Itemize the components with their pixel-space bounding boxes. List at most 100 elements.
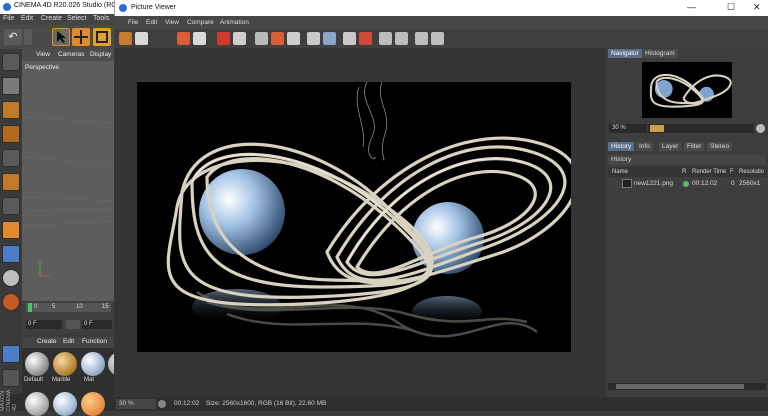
viewport-tab-display[interactable]: Display <box>90 51 111 58</box>
tab-navigator[interactable]: Navigator <box>608 49 642 58</box>
layers-icon[interactable] <box>2 369 20 387</box>
close-icon[interactable]: ✕ <box>753 2 761 13</box>
tab-histogram[interactable]: Histogram <box>642 49 678 58</box>
mirror-icon[interactable] <box>431 32 444 45</box>
material-menu-function[interactable]: Function <box>82 338 107 345</box>
magnet-icon[interactable] <box>2 293 20 311</box>
history-thumbnail-icon <box>622 179 632 188</box>
tab-filter[interactable]: Filter <box>684 142 705 151</box>
tab-history[interactable]: History <box>608 142 635 151</box>
scale-tool-icon[interactable] <box>93 28 111 46</box>
zoom-dropdown-icon[interactable] <box>158 400 166 408</box>
text-overlay-icon[interactable] <box>307 32 320 45</box>
edges-mode-icon[interactable] <box>2 77 20 95</box>
material-menu-create[interactable]: Create <box>37 338 57 345</box>
zoom-reset-icon[interactable] <box>756 124 765 133</box>
pv-menu-view[interactable]: View <box>165 19 179 26</box>
tab-layer[interactable]: Layer <box>659 142 682 151</box>
undo-icon[interactable]: ↶ <box>4 29 22 45</box>
material-manager: Default Marble Mat <box>22 348 132 416</box>
pv-menu-compare[interactable]: Compare <box>187 19 214 26</box>
material-row2-swatch-3[interactable] <box>81 392 105 416</box>
stop-render-icon[interactable] <box>217 32 230 45</box>
frame-field-2[interactable]: 0 F <box>82 320 112 329</box>
col-render-time[interactable]: Render Time <box>692 169 726 175</box>
c4d-menu-create[interactable]: Create <box>41 15 62 22</box>
timeline-playhead[interactable] <box>28 303 32 312</box>
render-all-icon[interactable] <box>233 32 246 45</box>
picture-viewer-toolbar <box>114 29 768 48</box>
c4d-menu-file[interactable]: File <box>3 15 14 22</box>
navigator-thumbnail[interactable] <box>642 62 732 118</box>
frame-field[interactable]: 0 F <box>26 320 62 329</box>
object-axis-icon[interactable] <box>2 173 20 191</box>
history-row-resolution: 2560x1 <box>739 180 761 187</box>
set-a-icon[interactable] <box>343 32 356 45</box>
history-row[interactable]: new1221.png 00:12:02 0 2560x1 <box>608 178 766 189</box>
picture-viewer-title: Picture Viewer <box>131 4 177 11</box>
select-tool-icon[interactable] <box>52 28 70 46</box>
c4d-menu-select[interactable]: Select <box>67 15 86 22</box>
history-hscrollbar[interactable] <box>608 383 766 390</box>
material-row2-swatch-2[interactable] <box>53 392 77 416</box>
model-mode-icon[interactable] <box>2 125 20 143</box>
navigator-zoom-slider[interactable] <box>648 124 754 133</box>
swap-ab-icon[interactable] <box>271 32 284 45</box>
frame-stepper[interactable] <box>66 320 80 329</box>
material-mat-swatch[interactable] <box>81 352 105 376</box>
render-view-icon[interactable] <box>193 32 206 45</box>
material-row2-swatch-1[interactable] <box>25 392 49 416</box>
texture-mode-icon[interactable] <box>2 149 20 167</box>
history-row-name: new1221.png <box>634 180 674 187</box>
points-mode-icon[interactable] <box>2 53 20 71</box>
history-row-frame: 0 <box>731 180 735 187</box>
c4d-viewport[interactable]: Perspective <box>22 61 115 301</box>
timeline-ruler[interactable] <box>26 303 111 312</box>
set-b-icon[interactable] <box>359 32 372 45</box>
history-scroll-thumb[interactable] <box>616 384 744 389</box>
move-tool-icon[interactable] <box>72 28 90 46</box>
pv-menu-animation[interactable]: Animation <box>220 19 249 26</box>
snap-icon[interactable] <box>2 221 20 239</box>
minimize-icon[interactable]: — <box>687 2 696 12</box>
timeline[interactable]: 0 5 10 15 0 F 0 F <box>22 301 115 333</box>
pv-menu-edit[interactable]: Edit <box>146 19 157 26</box>
navigator-zoom-field[interactable]: 30 % <box>609 124 647 133</box>
col-resolution[interactable]: Resolutio <box>739 169 764 175</box>
material-menu-edit[interactable]: Edit <box>63 338 74 345</box>
material-default-swatch[interactable] <box>25 352 49 376</box>
split-icon[interactable] <box>415 32 428 45</box>
pv-menu-file[interactable]: File <box>128 19 138 26</box>
grid-icon[interactable] <box>2 345 20 363</box>
c4d-menu-edit[interactable]: Edit <box>21 15 33 22</box>
viewport-tab-cameras[interactable]: Cameras <box>58 51 84 58</box>
polygons-mode-icon[interactable] <box>2 101 20 119</box>
c4d-menu-tools[interactable]: Tools <box>93 15 109 22</box>
col-name[interactable]: Name <box>612 169 628 175</box>
status-bar: 30 % 00:12:02 Size: 2560x1600, RGB (16 B… <box>114 397 768 411</box>
swap-icon[interactable] <box>379 32 392 45</box>
redo-icon[interactable] <box>24 29 32 45</box>
ab-compare-icon[interactable] <box>255 32 268 45</box>
maximize-icon[interactable]: ☐ <box>727 2 735 13</box>
rendered-scene <box>166 82 571 338</box>
viewport-tab-view[interactable]: View <box>36 51 50 58</box>
channel-icon[interactable] <box>323 32 336 45</box>
tab-info[interactable]: Info <box>636 142 653 151</box>
c4d-title: CINEMA 4D R20.026 Studio (RC - I <box>14 2 125 9</box>
tab-stereo[interactable]: Stereo <box>707 142 733 151</box>
picture-viewer-menu-bar: File Edit View Compare Animation <box>114 16 768 29</box>
open-icon[interactable] <box>119 32 132 45</box>
col-f[interactable]: F <box>730 169 734 175</box>
diff-icon[interactable] <box>395 32 408 45</box>
col-r[interactable]: R <box>682 169 686 175</box>
picture-viewer-title-bar: Picture Viewer — ☐ ✕ <box>114 0 768 16</box>
material-marble-swatch[interactable] <box>53 352 77 376</box>
render-region-icon[interactable] <box>177 32 190 45</box>
workplane-icon[interactable] <box>2 197 20 215</box>
sculpt-icon[interactable] <box>2 245 20 263</box>
solo-icon[interactable] <box>2 269 20 287</box>
compare-mode-icon[interactable] <box>287 32 300 45</box>
zoom-slider-handle[interactable] <box>650 125 664 132</box>
save-icon[interactable] <box>135 32 148 45</box>
